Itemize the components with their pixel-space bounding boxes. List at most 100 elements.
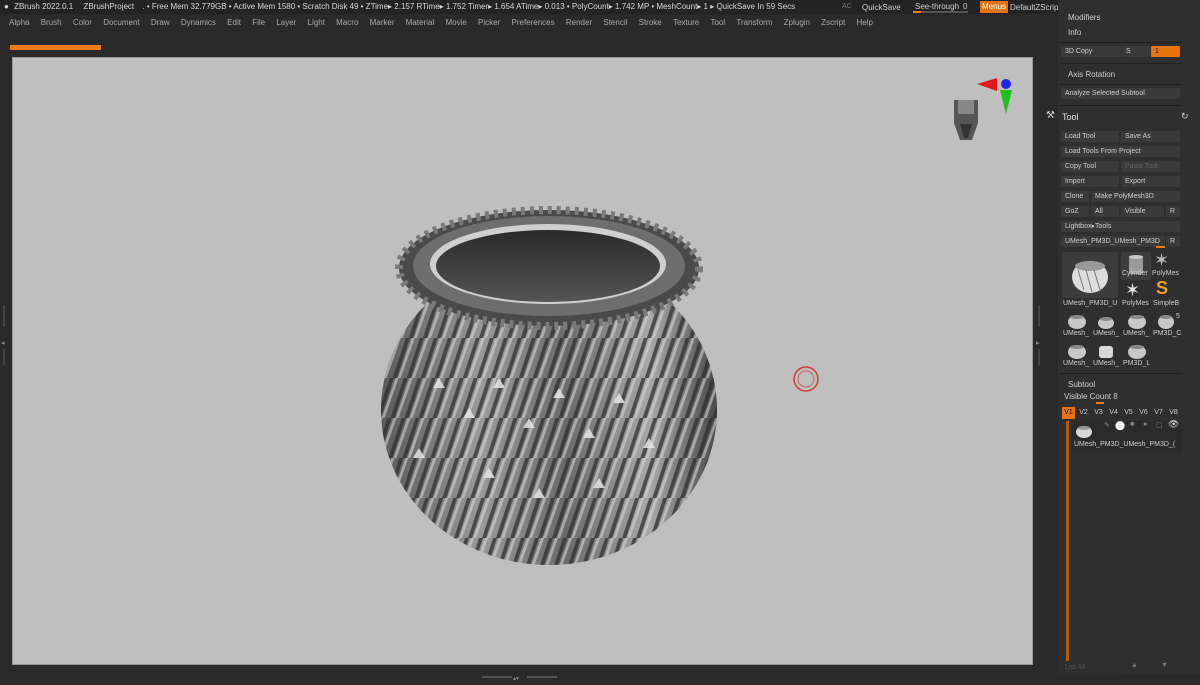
canvas-viewport[interactable] <box>12 57 1033 665</box>
menu-zplugin[interactable]: Zplugin <box>784 14 810 32</box>
analyze-subtool-button[interactable]: Analyze Selected Subtool <box>1061 88 1180 99</box>
menu-marker[interactable]: Marker <box>370 14 395 32</box>
s-field-label: S <box>1122 46 1150 57</box>
tool-refresh-icon[interactable]: ↻ <box>1181 111 1189 122</box>
modifiers-header[interactable]: Modifiers <box>1068 13 1100 22</box>
seethrough-slider[interactable] <box>913 11 968 13</box>
lightbox-tools-button[interactable]: Lightbox▸Tools <box>1061 221 1180 232</box>
load-tools-from-project-button[interactable]: Load Tools From Project <box>1061 146 1180 157</box>
version-slot-v4[interactable]: V4 <box>1107 407 1120 419</box>
subtool-thumbnail[interactable] <box>1125 342 1149 360</box>
menu-render[interactable]: Render <box>566 14 592 32</box>
menu-texture[interactable]: Texture <box>673 14 699 32</box>
seethrough-slider-label[interactable]: See-through <box>915 2 959 11</box>
version-slot-v6[interactable]: V6 <box>1137 407 1150 419</box>
tool-thumbnail-main-label: UMesh_PM3D_U <box>1063 300 1118 307</box>
subtool-scrollbar[interactable] <box>1066 421 1069 661</box>
version-slot-v5[interactable]: V5 <box>1122 407 1135 419</box>
s-field-input[interactable]: 1 <box>1151 46 1180 57</box>
menu-edit[interactable]: Edit <box>227 14 241 32</box>
subtool-item-thumbnail[interactable] <box>1074 423 1094 439</box>
menu-document[interactable]: Document <box>103 14 139 32</box>
menu-help[interactable]: Help <box>856 14 872 32</box>
sculpt-model[interactable] <box>13 58 1032 664</box>
menu-macro[interactable]: Macro <box>336 14 358 32</box>
menu-brush[interactable]: Brush <box>41 14 62 32</box>
simplebrush-icon[interactable]: S <box>1156 278 1168 299</box>
subtool-thumbnail[interactable] <box>1095 314 1117 330</box>
version-slot-v2[interactable]: V2 <box>1077 407 1090 419</box>
tool-thumbnail-main[interactable] <box>1062 252 1118 298</box>
move-down-arrow-icon[interactable]: ▼ <box>1161 662 1168 669</box>
subtool-visibility-eye-icon[interactable]: 👁 <box>1168 419 1179 430</box>
left-dock-grip[interactable]: ◂ <box>1 305 7 365</box>
subtool-thumbnail[interactable] <box>1095 342 1117 360</box>
menu-transform[interactable]: Transform <box>736 14 772 32</box>
clone-button[interactable]: Clone <box>1061 191 1089 202</box>
move-up-arrow-icon[interactable]: ▲ <box>1131 662 1138 669</box>
subtool-item-label: UMesh_PM3D_UMesh_PM3D_( <box>1074 441 1176 448</box>
copy3d-button[interactable]: 3D Copy <box>1061 46 1121 57</box>
menu-preferences[interactable]: Preferences <box>512 14 555 32</box>
menu-file[interactable]: File <box>252 14 265 32</box>
tool-thumbnail-polymesh2-label: PolyMes <box>1122 300 1149 307</box>
axis-rotation-button[interactable]: Axis Rotation <box>1068 70 1115 79</box>
subtool-dynamic-icon[interactable]: ▢ <box>1156 421 1163 429</box>
right-dock-grip[interactable]: ▸ <box>1036 305 1042 365</box>
subtool-thumbnail-label: PM3D_L <box>1123 360 1151 367</box>
tool-pin-icon[interactable]: ⚒ <box>1046 110 1055 121</box>
list-all-button[interactable]: List All <box>1061 662 1121 673</box>
menu-tool[interactable]: Tool <box>710 14 725 32</box>
polymesh-star-icon[interactable]: ✶ <box>1154 250 1169 271</box>
copy-tool-button[interactable]: Copy Tool <box>1061 161 1119 172</box>
divider <box>1060 373 1182 374</box>
svg-text:▴▾: ▴▾ <box>513 675 519 680</box>
menu-alpha[interactable]: Alpha <box>9 14 29 32</box>
menu-color[interactable]: Color <box>73 14 92 32</box>
navigation-gizmo-icon[interactable] <box>954 78 1012 140</box>
menu-layer[interactable]: Layer <box>276 14 296 32</box>
menu-dynamics[interactable]: Dynamics <box>181 14 216 32</box>
subtool-brush-icon[interactable]: ✎ <box>1104 421 1110 429</box>
menu-material[interactable]: Material <box>406 14 434 32</box>
import-button[interactable]: Import <box>1061 176 1119 187</box>
subtool-thumbnail[interactable] <box>1125 312 1149 330</box>
subtool-solo-icon[interactable]: ⬤ <box>1115 420 1125 431</box>
menus-toggle[interactable]: Menus <box>980 1 1009 13</box>
tool-palette-header[interactable]: Tool <box>1062 112 1079 122</box>
save-as-button[interactable]: Save As <box>1121 131 1180 142</box>
current-tool-slider[interactable]: UMesh_PM3D_UMesh_PM3D <box>1061 236 1165 247</box>
subtool-polypaint-icon[interactable]: ■ <box>1130 421 1134 428</box>
visible-count-slider[interactable]: Visible Count 8 <box>1064 392 1118 401</box>
subtool-thumbnail[interactable] <box>1155 312 1177 330</box>
version-slot-v3[interactable]: V3 <box>1092 407 1105 419</box>
version-slot-v1[interactable]: V1 <box>1062 407 1075 419</box>
goz-button[interactable]: GoZ <box>1061 206 1089 217</box>
menu-stroke[interactable]: Stroke <box>639 14 662 32</box>
make-polymesh3d-button[interactable]: Make PolyMesh3D <box>1091 191 1180 202</box>
version-slot-v8[interactable]: V8 <box>1167 407 1180 419</box>
goz-r-button[interactable]: R <box>1166 206 1180 217</box>
subtool-header[interactable]: Subtool <box>1068 380 1095 389</box>
menu-stencil[interactable]: Stencil <box>603 14 627 32</box>
menu-movie[interactable]: Movie <box>445 14 466 32</box>
subtool-mask-icon[interactable]: ● <box>1143 421 1147 428</box>
menu-zscript[interactable]: Zscript <box>821 14 845 32</box>
menu-picker[interactable]: Picker <box>478 14 500 32</box>
bottom-dock-grip[interactable]: ▴▾ <box>482 667 557 682</box>
quicksave-button[interactable]: QuickSave <box>862 3 901 12</box>
menu-light[interactable]: Light <box>308 14 325 32</box>
polymesh-star-icon[interactable]: ✶ <box>1125 280 1140 301</box>
current-tool-r-button[interactable]: R <box>1166 236 1180 247</box>
goz-all-button[interactable]: All <box>1091 206 1119 217</box>
load-tool-button[interactable]: Load Tool <box>1061 131 1119 142</box>
menu-draw[interactable]: Draw <box>151 14 170 32</box>
info-header[interactable]: Info <box>1068 28 1081 37</box>
default-zscript-button[interactable]: DefaultZScript <box>1010 3 1061 12</box>
goz-visible-button[interactable]: Visible <box>1121 206 1164 217</box>
paste-tool-button[interactable]: Paste Tool <box>1121 161 1180 172</box>
subtool-thumbnail[interactable] <box>1065 342 1089 360</box>
version-slot-v7[interactable]: V7 <box>1152 407 1165 419</box>
export-button[interactable]: Export <box>1121 176 1180 187</box>
subtool-thumbnail[interactable] <box>1065 312 1089 330</box>
